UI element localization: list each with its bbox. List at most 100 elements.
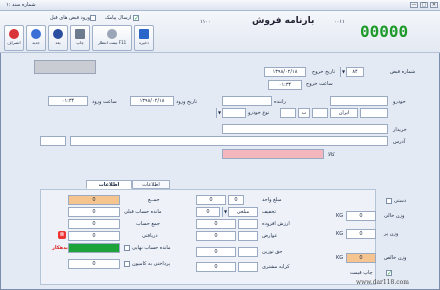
net-weight-unit: KG [336,255,344,261]
tab-extra-info[interactable]: اطلاعات تکمیلی [132,180,170,196]
print-price-checkbox[interactable] [386,270,392,276]
total-label: جمــع [148,197,160,203]
receipt-no-arrow[interactable]: ▼ [340,67,346,77]
address-label: آدرس [393,139,406,145]
prev-balance-label: مانده حساب قبلی [124,209,162,215]
address-extra-field[interactable] [40,136,66,146]
tolls-percent-field[interactable] [238,231,258,241]
plate-part-2[interactable] [312,108,328,118]
driver-label: راننده [274,99,286,105]
driver-fare-label: کرایه مشتری [262,264,290,270]
entry-date-field[interactable]: ۱۳۹۸/۰۲/۱۸ [130,96,174,106]
cancel-button[interactable]: انصراف [4,25,24,51]
plate-separator[interactable]: ب [298,108,310,118]
save-icon [139,29,149,39]
doc-number: ۱۱۰۰ [200,19,211,25]
address-field[interactable] [70,136,388,146]
wait-icon [107,29,117,39]
entry-time-label: ساعت ورود [92,99,117,105]
receipt-no-field[interactable]: ۸۴ [346,67,364,77]
vehicle-type-arrow[interactable]: ▼ [216,108,222,118]
tolls-field[interactable]: 0 [196,231,236,241]
received-label: دریافتی [142,233,158,239]
discount-type-field[interactable]: مبلغی [228,207,258,217]
final-balance-field [68,243,120,253]
exit-date-label: تاریخ خروج [312,69,336,75]
print-price-label: چاپ قیمت [350,270,373,276]
page-title: بارنامه فروش [252,16,315,26]
driver-fare-a-field[interactable] [238,262,258,272]
title-bar: شماره سند :۱ ✕ ▢ — [0,0,440,11]
unit-price-field-a[interactable]: 0 [228,195,244,205]
driver-field[interactable] [222,96,272,106]
scale-fee-field[interactable]: 0 [196,247,236,257]
print-icon [75,29,85,39]
doc-number-secondary: ۰۰۱۱ [334,19,345,25]
full-weight-label: وزن پر [384,231,399,237]
vehicle-field[interactable] [330,96,388,106]
status-box [34,60,96,74]
final-balance-checkbox[interactable] [124,245,130,251]
vehicle-type-field[interactable] [222,108,246,118]
cancel-icon [9,29,19,39]
save-button[interactable]: ذخیره [134,25,154,51]
account-total-field: 0 [68,219,120,229]
plate-part-4[interactable] [360,108,388,118]
empty-weight-label: وزن خالی [384,213,405,219]
discount-label: تخفیف [262,209,276,215]
vehicle-type-label: نوع خودرو [248,110,270,116]
plate-country[interactable]: ایران [330,108,358,118]
prev-receipts-label: ورود قبض های قبل [50,15,91,21]
goods-field[interactable] [222,149,324,159]
vehicle-label: خودرو [393,99,406,105]
exit-time-label: ساعت خروج [306,81,333,87]
sms-label: ارسال پیامک [105,15,132,21]
empty-weight-unit: KG [336,213,344,219]
entry-time-field[interactable]: ۰۱:۳۴ [48,96,88,106]
unit-price-label: مبلغ واحد [262,197,282,203]
tolls-label: عوارض [262,233,278,239]
buyer-field[interactable] [222,124,388,134]
account-total-label: جمع حساب [136,221,161,227]
vat-percent-field[interactable] [238,219,258,229]
pay-driver-label: پرداختی به کامیون [132,261,171,267]
empty-weight-field[interactable]: 0 [346,211,376,221]
pay-driver-field[interactable]: 0 [68,259,120,269]
new-button[interactable]: جدید [26,25,46,51]
manual-label: دستی [394,198,407,204]
discount-field[interactable]: 0 [196,207,220,217]
minimize-window-button[interactable]: — [410,2,418,8]
prev-balance-field: 0 [68,207,120,217]
plate-part-1[interactable] [280,108,296,118]
maximize-window-button[interactable]: ▢ [420,2,428,8]
prev-receipts-checkbox[interactable] [90,15,96,21]
exit-time-field[interactable]: ۰۱:۳۴ [268,80,302,90]
counter-display: 00000 [360,22,409,41]
scale-fee-a-field[interactable] [238,247,258,257]
net-weight-label: وزن خالص [384,255,407,261]
exit-date-field[interactable]: ۱۳۹۸/۰۲/۱۸ [264,67,306,77]
pay-driver-checkbox[interactable] [124,261,130,267]
watermark: www.dar118.com [356,279,409,286]
sms-checkbox[interactable] [133,15,139,21]
full-weight-unit: KG [336,231,344,237]
print-button[interactable]: چاپ [70,25,90,51]
wait-f11-button[interactable]: نیمت انتظار F11 [92,25,132,51]
manual-checkbox[interactable] [386,198,392,204]
window-title: شماره سند :۱ [6,2,36,8]
receipt-no-label: شماره قبض [390,69,416,75]
received-field[interactable]: 0 [68,231,120,241]
driver-fare-field[interactable]: 0 [196,262,236,272]
buyer-label: خریدار [393,127,407,133]
close-window-button[interactable]: ✕ [430,2,438,8]
debtor-tag: بدهکار [52,245,68,251]
tab-quantity-rial[interactable]: اطلاعات مقداری و ریالی [86,180,132,204]
clear-received-icon[interactable]: ⊗ [58,231,66,239]
unit-price-field[interactable]: 0 [196,195,226,205]
net-weight-field: 0 [346,253,376,263]
scale-fee-label: حق توزین [262,249,283,255]
discount-type-arrow[interactable]: ▼ [222,207,228,217]
vat-field[interactable]: 0 [196,219,236,229]
full-weight-field[interactable]: 0 [346,229,376,239]
next-button[interactable]: بعد [48,25,68,51]
